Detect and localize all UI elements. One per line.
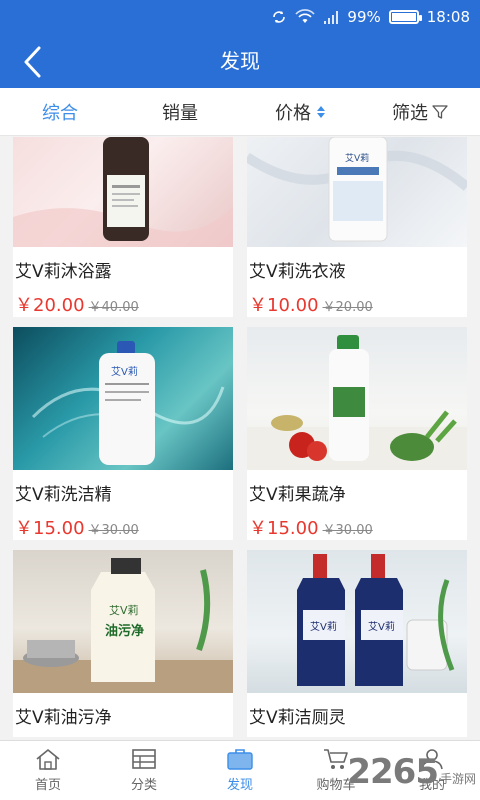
- product-image: [13, 137, 233, 247]
- battery-fill: [391, 13, 416, 21]
- nav-label: 首页: [34, 778, 61, 793]
- product-prices: ￥20.00 ￥40.00: [13, 283, 233, 317]
- product-price: ￥15.00: [15, 518, 85, 539]
- product-card[interactable]: 艾V莉 艾V莉洗衣液 ￥10.00 ￥20.00: [247, 137, 467, 317]
- product-prices: ￥15.00 ￥30.00: [13, 506, 233, 540]
- watermark-number: 2265: [347, 752, 439, 792]
- product-old-price: ￥40.00: [88, 300, 139, 315]
- briefcase-icon: [227, 749, 253, 770]
- cart-icon: [324, 749, 348, 769]
- watermark-text: 手游网: [439, 772, 476, 786]
- tab-label: 综合: [42, 102, 78, 124]
- product-card[interactable]: 艾V莉果蔬净 ￥15.00 ￥30.00: [247, 327, 467, 540]
- sort-tabs: 综合 销量 价格 筛选: [0, 88, 480, 136]
- nav-label: 分类: [130, 778, 157, 793]
- battery-icon: [388, 10, 422, 24]
- tab-label: 价格: [275, 102, 311, 124]
- tab-filter[interactable]: 筛选: [360, 88, 480, 135]
- wifi-icon: [295, 9, 316, 25]
- nav-bar: 发现: [0, 34, 480, 88]
- rotate-icon: [271, 9, 287, 25]
- product-price: ￥15.00: [249, 518, 319, 539]
- product-name: 艾V莉洗洁精: [15, 485, 112, 505]
- product-label: 艾V莉: [345, 154, 370, 164]
- tab-price[interactable]: 价格: [240, 88, 360, 135]
- product-prices: [247, 729, 467, 737]
- product-image: 艾V莉: [247, 137, 467, 247]
- product-price: ￥20.00: [15, 295, 85, 316]
- product-card[interactable]: 艾V莉沐浴露 ￥20.00 ￥40.00: [13, 137, 233, 317]
- nav-label: 发现: [226, 778, 253, 793]
- product-name: 艾V莉油污净: [15, 708, 112, 728]
- product-card[interactable]: 艾V莉 油污净 艾V莉油污净: [13, 550, 233, 737]
- product-label: 艾V莉: [111, 367, 138, 378]
- product-name: 艾V莉果蔬净: [249, 485, 346, 505]
- product-card[interactable]: 艾V莉 艾V莉洗洁精 ￥15.00 ￥30.00: [13, 327, 233, 540]
- product-prices: ￥10.00 ￥20.00: [247, 283, 467, 317]
- category-icon: [132, 749, 156, 769]
- nav-discover[interactable]: 发现: [192, 741, 288, 800]
- product-old-price: ￥20.00: [322, 300, 373, 315]
- nav-category[interactable]: 分类: [96, 741, 192, 800]
- product-label: 油污净: [105, 624, 145, 639]
- watermark: 2265 手游网: [347, 752, 476, 792]
- product-label: 艾V莉: [109, 604, 139, 617]
- status-bar: 99% 18:08: [0, 0, 480, 34]
- product-old-price: ￥30.00: [322, 523, 373, 538]
- battery-percent: 99%: [347, 8, 381, 26]
- signal-icon: [323, 9, 339, 25]
- product-label: 艾V莉: [310, 622, 337, 633]
- product-prices: ￥15.00 ￥30.00: [247, 506, 467, 540]
- product-old-price: ￥30.00: [88, 523, 139, 538]
- tab-label: 销量: [162, 102, 198, 124]
- product-image: 艾V莉: [13, 327, 233, 470]
- product-prices: [13, 729, 233, 737]
- tab-comprehensive[interactable]: 综合: [0, 88, 120, 135]
- tab-sales[interactable]: 销量: [120, 88, 240, 135]
- sort-arrows-icon: [317, 105, 325, 118]
- product-image: 艾V莉 艾V莉: [247, 550, 467, 693]
- product-image: 艾V莉 油污净: [13, 550, 233, 693]
- home-icon: [36, 749, 60, 770]
- product-name: 艾V莉洁厕灵: [249, 708, 346, 728]
- product-name: 艾V莉洗衣液: [249, 262, 346, 282]
- tab-label: 筛选: [392, 102, 428, 124]
- product-card[interactable]: 艾V莉 艾V莉 艾V莉洁厕灵: [247, 550, 467, 737]
- product-grid: 艾V莉沐浴露 ￥20.00 ￥40.00 艾V莉 艾V莉洗衣液 ￥10.00 ￥…: [0, 137, 480, 740]
- nav-home[interactable]: 首页: [0, 741, 96, 800]
- product-price: ￥10.00: [249, 295, 319, 316]
- product-name: 艾V莉沐浴露: [15, 262, 112, 282]
- page-title: 发现: [220, 49, 260, 73]
- status-time: 18:08: [426, 8, 470, 26]
- filter-icon: [432, 104, 448, 119]
- product-image: [247, 327, 467, 470]
- product-label: 艾V莉: [368, 622, 395, 633]
